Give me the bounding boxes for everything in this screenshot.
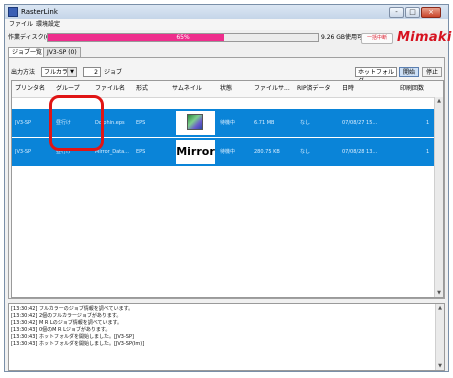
row-rip-data: なし: [300, 120, 311, 126]
scroll-down-icon[interactable]: ▼: [435, 289, 443, 297]
row-format: EPS: [136, 149, 146, 155]
scroll-up-icon[interactable]: ▲: [436, 304, 444, 312]
row-size: 6.71 MB: [254, 120, 275, 126]
log-area: [13:30:42] フルカラーのジョブ情報を調べています。 [13:30:42…: [8, 303, 445, 371]
column-header[interactable]: 形式: [136, 81, 148, 97]
job-list-panel: 出力方法 フルカラー ▼ 2 ジョブ ホットフォルダ 開始 停止 プリンタ名 グ…: [8, 57, 445, 299]
mimaki-logo: Mimaki: [397, 30, 452, 45]
row-date: 07/08/27 15...: [342, 120, 378, 126]
maximize-button[interactable]: □: [405, 7, 420, 18]
column-header[interactable]: ファイル名: [95, 81, 125, 97]
log-line: [13:30:42] M R Lのジョブ情報を調べています。: [11, 320, 123, 326]
column-header[interactable]: 状態: [220, 81, 232, 97]
stop-button[interactable]: 停止: [422, 67, 442, 77]
window-title: RasterLink: [21, 8, 58, 16]
row-rip-data: なし: [300, 149, 311, 155]
group-column-highlight: [49, 95, 104, 151]
menu-preferences[interactable]: 環境設定: [36, 19, 60, 30]
log-line: [13:30:43] ホットフォルダを開始しました。[JV3-SP]: [11, 334, 134, 340]
row-print-count: 1: [426, 120, 430, 126]
output-method-select[interactable]: フルカラー ▼: [41, 67, 77, 77]
column-header[interactable]: 印刷回数: [400, 81, 424, 97]
disk-usage-bar: 65%: [47, 33, 319, 42]
column-header[interactable]: プリンタ名: [15, 81, 45, 97]
application-window: RasterLink - □ × ファイル 環境設定 作業ディスク(C:) 65…: [4, 4, 451, 372]
row-format: EPS: [136, 120, 146, 126]
chevron-down-icon[interactable]: ▼: [67, 68, 76, 76]
row-printer: JV3-SP: [15, 149, 32, 155]
row-print-count: 1: [426, 149, 430, 155]
row-thumbnail: Mirror: [176, 140, 215, 164]
menu-bar: ファイル 環境設定: [5, 19, 448, 30]
row-status: 待機中: [220, 120, 236, 126]
row-status: 待機中: [220, 149, 236, 155]
column-header[interactable]: RIP済データ: [297, 81, 331, 97]
log-line: [13:30:42] 2個のフルカラージョブがあります。: [11, 313, 122, 319]
table-scrollbar[interactable]: ▲ ▼: [434, 97, 443, 297]
row-printer: JV3-SP: [15, 120, 32, 126]
row-date: 07/08/28 13...: [342, 149, 378, 155]
disk-status-row: 作業ディスク(C:) 65% 9.26 GB使用可能 一括中断 Mimaki: [5, 30, 451, 45]
close-button[interactable]: ×: [421, 7, 441, 18]
pause-all-button[interactable]: 一括中断: [361, 33, 393, 44]
column-header[interactable]: ファイルサ...: [254, 81, 290, 97]
job-count-unit: ジョブ: [104, 69, 123, 76]
minimize-button[interactable]: -: [389, 7, 404, 18]
row-thumbnail: [176, 111, 215, 135]
dolphin-image-icon: [187, 114, 203, 130]
row-size: 280.75 KB: [254, 149, 280, 155]
column-header[interactable]: 日時: [342, 81, 354, 97]
job-count-field: 2: [83, 67, 101, 77]
output-method-label: 出力方法: [11, 69, 36, 76]
scroll-up-icon[interactable]: ▲: [435, 97, 443, 105]
log-line: [13:30:42] フルカラーのジョブ情報を調べています。: [11, 306, 134, 312]
mirror-thumbnail-text: Mirror: [176, 145, 215, 158]
log-line: [13:30:43] 0個のM R Lジョブがあります。: [11, 327, 111, 333]
menu-file[interactable]: ファイル: [9, 19, 33, 30]
scroll-down-icon[interactable]: ▼: [436, 362, 444, 370]
app-icon: [8, 7, 18, 17]
log-line: [13:30:43] ホットフォルダを開始しました。[JV3-SP(Im)]: [11, 341, 145, 347]
start-button[interactable]: 開始: [399, 67, 419, 77]
column-header[interactable]: サムネイル: [172, 81, 202, 97]
disk-usage-percent: 65%: [176, 34, 190, 41]
title-bar[interactable]: RasterLink - □ ×: [5, 5, 448, 19]
hot-folder-label: ホットフォルダ: [355, 67, 397, 85]
log-scrollbar[interactable]: ▲ ▼: [435, 304, 444, 370]
